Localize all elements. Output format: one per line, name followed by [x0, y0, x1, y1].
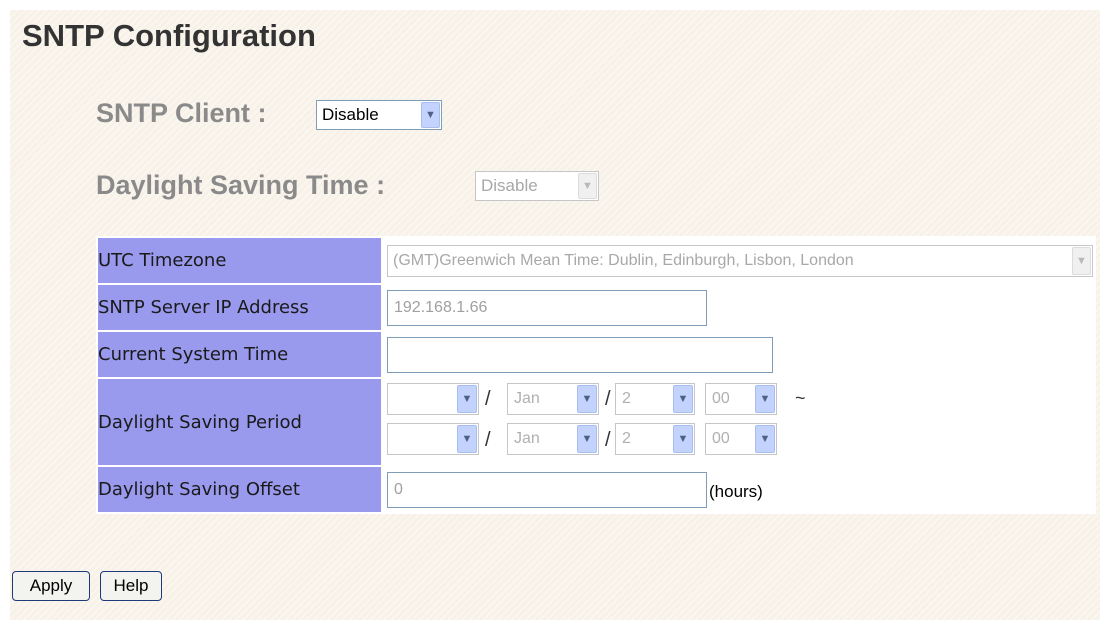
chevron-down-icon[interactable]: ▼: [673, 425, 693, 453]
period-start-day-select[interactable]: 2 ▼: [615, 383, 695, 415]
chevron-down-icon[interactable]: ▼: [577, 385, 597, 413]
page-title: SNTP Configuration: [22, 18, 316, 53]
date-separator: /: [605, 388, 611, 410]
period-start-hour-select[interactable]: 00 ▼: [705, 383, 777, 415]
config-panel: SNTP Configuration SNTP Client : Disable…: [10, 10, 1100, 620]
apply-button[interactable]: Apply: [12, 571, 90, 601]
daylight-saving-value: Disable: [481, 176, 538, 195]
table-row: Daylight Saving Period ▼ / Jan ▼ / 2 ▼ 0…: [96, 377, 1096, 467]
utc-timezone-value: (GMT)Greenwich Mean Time: Dublin, Edinbu…: [393, 252, 854, 269]
period-label: Daylight Saving Period: [96, 377, 383, 467]
daylight-saving-label: Daylight Saving Time :: [96, 170, 386, 200]
period-end-year-select[interactable]: ▼: [387, 423, 479, 455]
chevron-down-icon[interactable]: ▼: [755, 385, 775, 413]
offset-input[interactable]: 0: [387, 472, 707, 508]
date-separator: /: [605, 429, 611, 451]
table-row: UTC Timezone (GMT)Greenwich Mean Time: D…: [96, 236, 1096, 285]
period-end-day-select[interactable]: 2 ▼: [615, 423, 695, 455]
utc-timezone-label: UTC Timezone: [96, 236, 383, 285]
range-separator: ~: [795, 388, 806, 408]
date-separator: /: [485, 388, 491, 410]
sntp-config-table: UTC Timezone (GMT)Greenwich Mean Time: D…: [96, 236, 1096, 514]
current-time-input[interactable]: [387, 337, 773, 373]
chevron-down-icon[interactable]: ▼: [755, 425, 775, 453]
chevron-down-icon[interactable]: ▼: [578, 173, 597, 199]
offset-label: Daylight Saving Offset: [96, 465, 383, 514]
help-button[interactable]: Help: [100, 571, 162, 601]
period-end-hour-select[interactable]: 00 ▼: [705, 423, 777, 455]
table-row: Current System Time: [96, 330, 1096, 379]
chevron-down-icon[interactable]: ▼: [421, 102, 440, 128]
server-ip-label: SNTP Server IP Address: [96, 283, 383, 332]
sntp-client-label: SNTP Client :: [96, 98, 267, 128]
chevron-down-icon[interactable]: ▼: [1072, 247, 1091, 275]
server-ip-input[interactable]: 192.168.1.66: [387, 290, 707, 326]
date-separator: /: [485, 429, 491, 451]
chevron-down-icon[interactable]: ▼: [673, 385, 693, 413]
chevron-down-icon[interactable]: ▼: [457, 425, 477, 453]
period-start-year-select[interactable]: ▼: [387, 383, 479, 415]
sntp-client-select[interactable]: Disable ▼: [316, 100, 442, 130]
utc-timezone-select[interactable]: (GMT)Greenwich Mean Time: Dublin, Edinbu…: [387, 245, 1093, 277]
offset-unit: (hours): [709, 482, 763, 501]
chevron-down-icon[interactable]: ▼: [457, 385, 477, 413]
offset-value: 0: [394, 481, 403, 498]
period-end-month-select[interactable]: Jan ▼: [507, 423, 599, 455]
period-start-month-select[interactable]: Jan ▼: [507, 383, 599, 415]
current-time-label: Current System Time: [96, 330, 383, 379]
sntp-client-value: Disable: [322, 105, 379, 124]
server-ip-value: 192.168.1.66: [394, 299, 488, 316]
table-row: Daylight Saving Offset 0 (hours): [96, 465, 1096, 514]
daylight-saving-select[interactable]: Disable ▼: [475, 171, 599, 201]
table-row: SNTP Server IP Address 192.168.1.66: [96, 283, 1096, 332]
chevron-down-icon[interactable]: ▼: [577, 425, 597, 453]
